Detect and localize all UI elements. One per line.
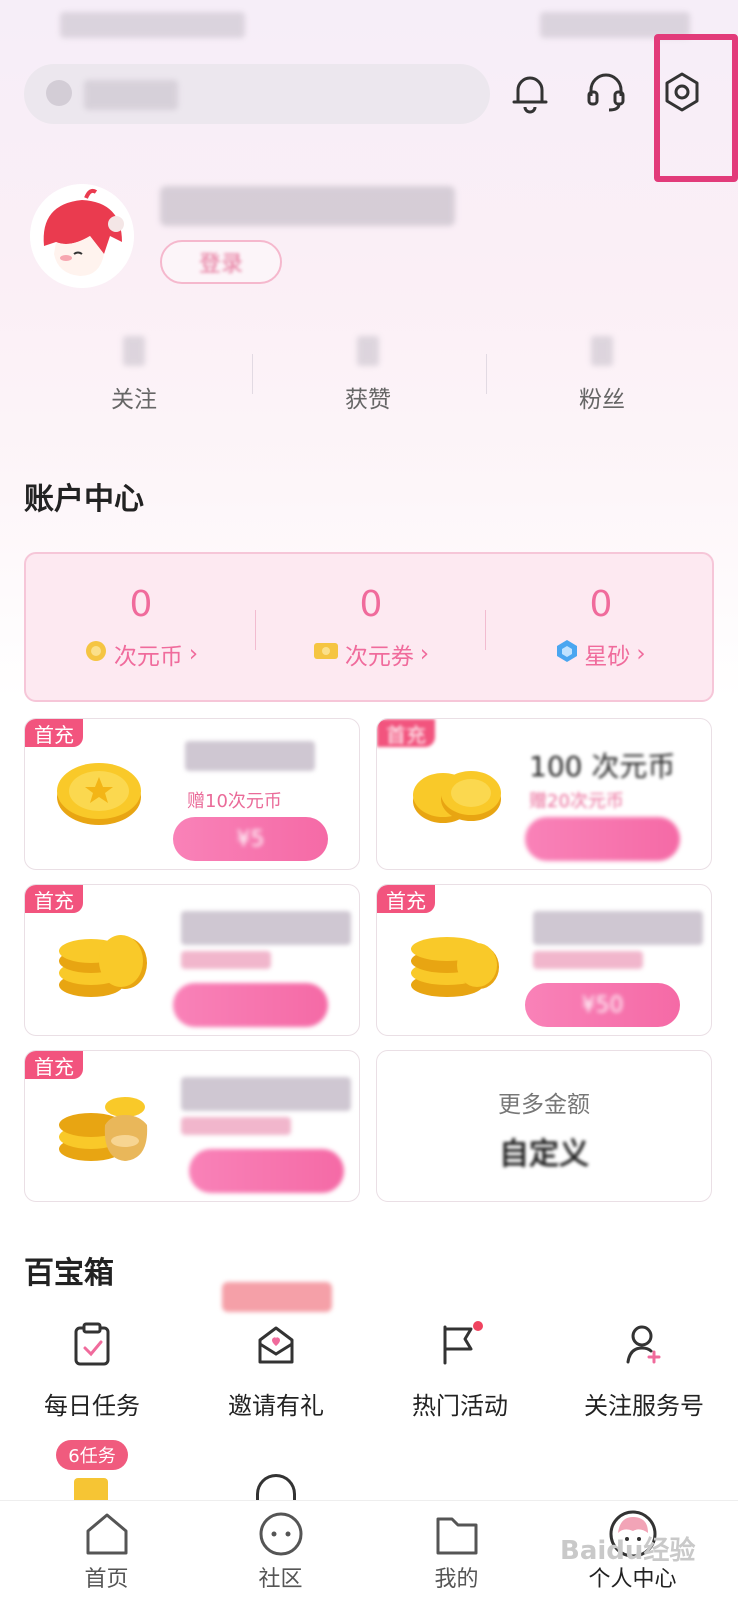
stardust-value: 0 bbox=[589, 584, 613, 625]
invite-badge-blurred bbox=[222, 1282, 332, 1312]
recharge-bonus-blurred bbox=[181, 951, 271, 969]
stardust-icon bbox=[556, 639, 578, 669]
search-icon bbox=[46, 80, 72, 106]
stat-following-value bbox=[123, 336, 145, 366]
clipboard-check-icon bbox=[2, 1320, 182, 1368]
recharge-card[interactable]: 首充 100 次元币 赠20次元币 bbox=[376, 718, 712, 870]
login-button[interactable]: 登录 bbox=[160, 240, 282, 284]
search-placeholder bbox=[84, 80, 178, 110]
first-charge-tag: 首充 bbox=[25, 885, 83, 913]
toolbox-title: 百宝箱 bbox=[24, 1256, 114, 1291]
home-icon bbox=[14, 1509, 199, 1559]
account-vouchers[interactable]: 0 次元券 › bbox=[256, 554, 486, 704]
recharge-amount-blurred bbox=[181, 1077, 351, 1111]
task-count-badge: 6任务 bbox=[56, 1440, 128, 1470]
account-stardust[interactable]: 0 星砂 › bbox=[486, 554, 716, 704]
tab-community-label: 社区 bbox=[258, 1567, 303, 1592]
vouchers-label: 次元券 bbox=[344, 644, 414, 670]
recharge-bonus: 赠10次元币 bbox=[187, 791, 282, 812]
vouchers-value: 0 bbox=[359, 584, 383, 625]
tool-invite[interactable]: 邀请有礼 bbox=[186, 1320, 366, 1421]
baidu-watermark: Baidu经验 bbox=[560, 1536, 696, 1566]
coin-stack-icon bbox=[55, 921, 155, 1005]
recharge-price-button[interactable] bbox=[173, 983, 328, 1027]
coin-single-icon bbox=[55, 755, 143, 831]
tab-mine-label: 我的 bbox=[434, 1567, 479, 1592]
chevron-right-icon: › bbox=[636, 641, 646, 667]
tool-daily-tasks-label: 每日任务 bbox=[44, 1392, 140, 1420]
first-charge-tag: 首充 bbox=[377, 885, 435, 913]
chevron-right-icon: › bbox=[188, 641, 199, 667]
recharge-price-button[interactable] bbox=[525, 817, 680, 861]
folder-icon bbox=[364, 1509, 549, 1559]
recharge-card[interactable]: 首充 bbox=[24, 1050, 360, 1202]
stat-divider bbox=[252, 354, 253, 394]
tool-hot-events[interactable]: 热门活动 bbox=[370, 1320, 550, 1421]
coin-double-icon bbox=[407, 755, 507, 839]
recharge-amount-blurred bbox=[533, 911, 703, 945]
headset-icon[interactable] bbox=[582, 68, 630, 116]
community-icon bbox=[188, 1509, 373, 1559]
recharge-card[interactable]: 首充 bbox=[24, 884, 360, 1036]
chevron-right-icon: › bbox=[419, 641, 430, 667]
recharge-price-button[interactable]: ¥5 bbox=[173, 817, 328, 861]
coin-bag-icon bbox=[55, 1087, 155, 1171]
account-coins[interactable]: 0 次元币 › bbox=[26, 554, 256, 704]
custom-amount-card[interactable]: 更多金额 自定义 bbox=[376, 1050, 712, 1202]
task-coin-icon bbox=[74, 1478, 108, 1500]
stat-fans-value bbox=[591, 336, 613, 366]
tool-invite-label: 邀请有礼 bbox=[228, 1392, 324, 1420]
stardust-label: 星砂 bbox=[584, 644, 631, 670]
bell-icon[interactable] bbox=[506, 68, 554, 116]
coins-value: 0 bbox=[129, 584, 153, 625]
envelope-heart-icon bbox=[186, 1320, 366, 1368]
recharge-card[interactable]: 首充 赠10次元币 ¥5 bbox=[24, 718, 360, 870]
recharge-amount: 100 次元币 bbox=[529, 750, 676, 783]
status-bar-left bbox=[60, 12, 245, 38]
recharge-card[interactable]: 首充 ¥50 bbox=[376, 884, 712, 1036]
recharge-price-button[interactable]: ¥50 bbox=[525, 983, 680, 1027]
stat-following-label: 关注 bbox=[111, 387, 157, 413]
first-charge-tag: 首充 bbox=[25, 1051, 83, 1079]
stat-divider bbox=[486, 354, 487, 394]
recharge-bonus-blurred bbox=[533, 951, 643, 969]
coin-icon bbox=[84, 639, 108, 669]
avatar[interactable] bbox=[30, 184, 134, 288]
account-card: 0 次元币 › 0 次元券 › 0 星砂 › bbox=[24, 552, 714, 702]
tool-hot-events-label: 热门活动 bbox=[412, 1392, 508, 1420]
add-user-icon bbox=[554, 1320, 734, 1368]
tab-home[interactable]: 首页 bbox=[14, 1501, 199, 1600]
highlight-box bbox=[654, 34, 738, 182]
recharge-amount-blurred bbox=[181, 911, 351, 945]
stat-fans[interactable]: 粉丝 bbox=[512, 336, 692, 414]
stat-likes[interactable]: 获赞 bbox=[278, 336, 458, 414]
voucher-icon bbox=[313, 640, 339, 668]
tab-community[interactable]: 社区 bbox=[188, 1501, 373, 1600]
more-amount-label: 更多金额 bbox=[498, 1092, 590, 1118]
tool-follow-service[interactable]: 关注服务号 bbox=[554, 1320, 734, 1421]
stat-likes-value bbox=[357, 336, 379, 366]
tool-follow-service-label: 关注服务号 bbox=[584, 1392, 704, 1420]
recharge-amount-blurred bbox=[185, 741, 315, 771]
coin-stack-icon bbox=[407, 921, 507, 1005]
account-center-title: 账户中心 bbox=[24, 482, 144, 517]
stat-following[interactable]: 关注 bbox=[44, 336, 224, 414]
first-charge-tag: 首充 bbox=[25, 719, 83, 747]
custom-amount-label: 自定义 bbox=[499, 1137, 589, 1172]
headset-partial-icon bbox=[256, 1474, 296, 1500]
first-charge-tag: 首充 bbox=[377, 719, 435, 747]
flag-icon bbox=[370, 1320, 550, 1368]
tab-home-label: 首页 bbox=[84, 1567, 129, 1592]
recharge-bonus: 赠20次元币 bbox=[529, 791, 624, 812]
tool-daily-tasks[interactable]: 每日任务 bbox=[2, 1320, 182, 1421]
stat-fans-label: 粉丝 bbox=[579, 387, 625, 413]
username bbox=[160, 186, 455, 226]
stat-likes-label: 获赞 bbox=[345, 387, 391, 413]
recharge-bonus-blurred bbox=[181, 1117, 291, 1135]
coins-label: 次元币 bbox=[113, 644, 183, 670]
recharge-price-button[interactable] bbox=[189, 1149, 344, 1193]
tab-mine[interactable]: 我的 bbox=[364, 1501, 549, 1600]
